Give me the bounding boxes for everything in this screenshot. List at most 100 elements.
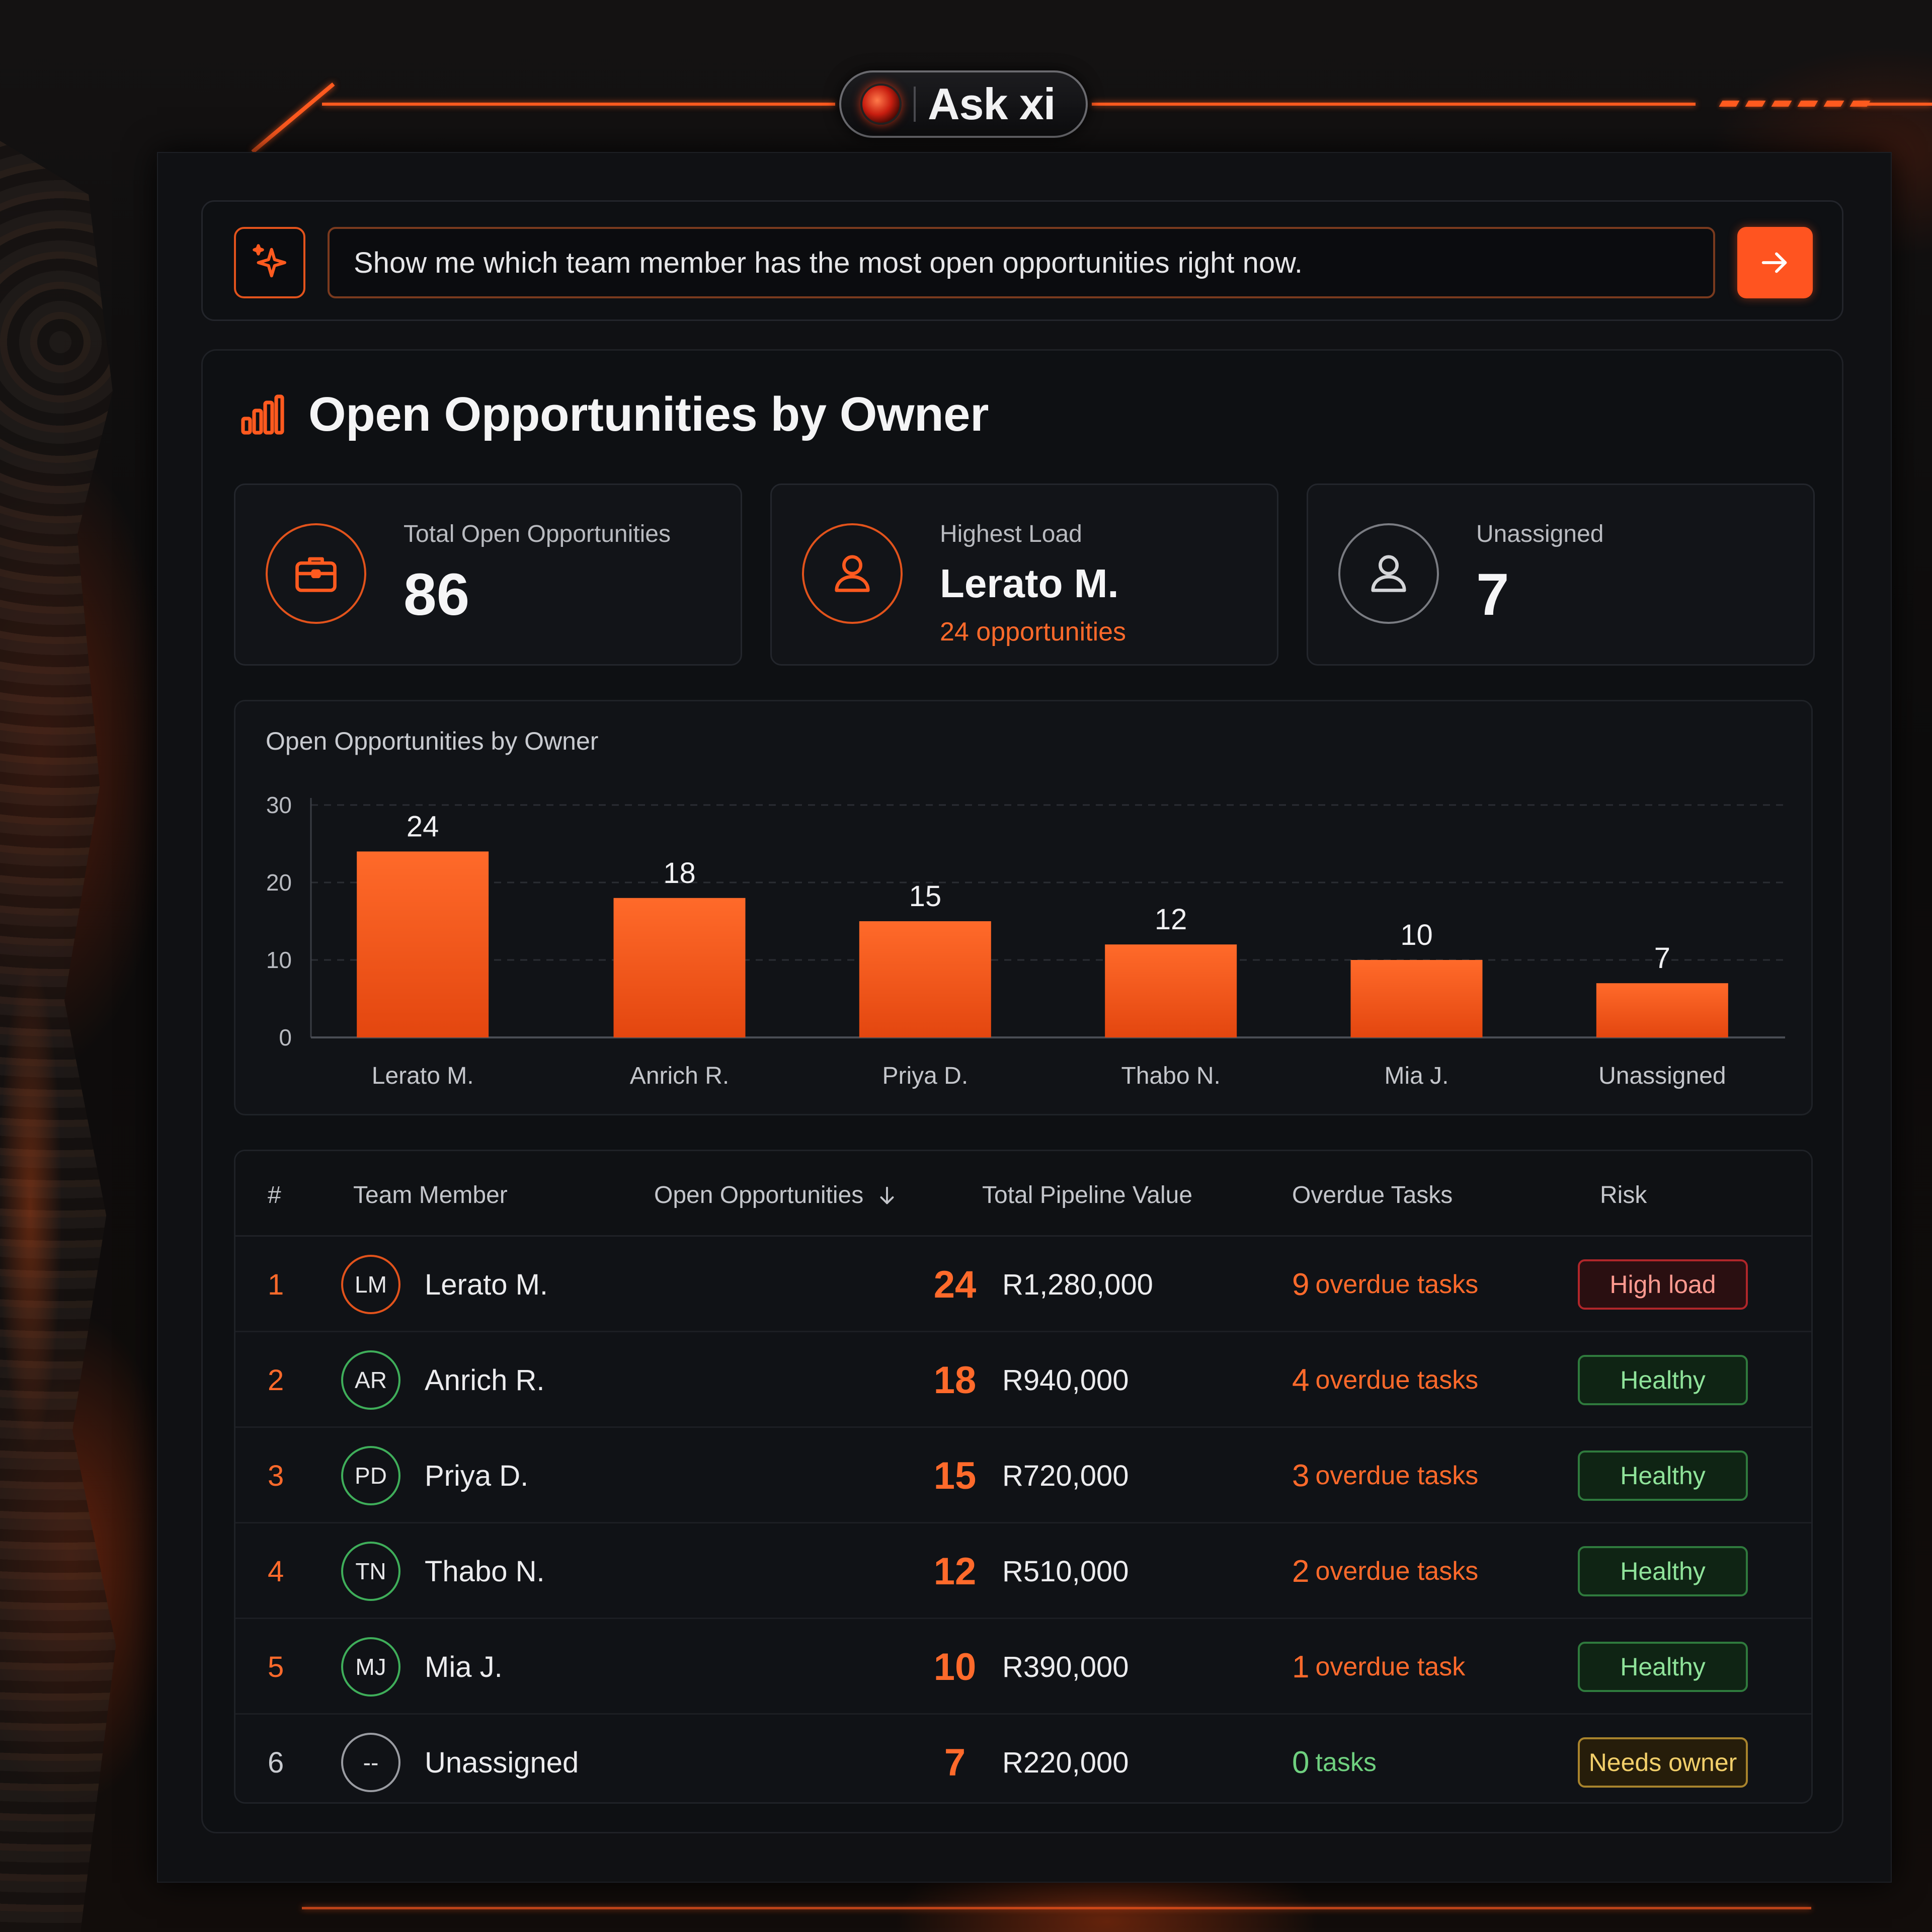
row-risk: Healthy [1578,1619,1748,1715]
y-tick-label: 20 [266,869,292,896]
member-name[interactable]: Unassigned [425,1746,579,1780]
hud-frame-bottom [302,1907,1811,1909]
send-query-button[interactable] [1737,227,1813,298]
table-row[interactable]: 2 AR Anrich R. 18 R940,000 4 overdue tasks Heal… [235,1332,1811,1428]
report-title: Open Opportunities by Owner [308,387,989,441]
x-tick-label: Mia J. [1384,1063,1448,1089]
pill-divider [914,87,916,122]
row-member: AR Anrich R. [341,1332,545,1428]
bar-mia-j [1350,960,1483,1037]
avatar: MJ [341,1637,400,1697]
row-pipeline-value: R390,000 [1002,1650,1129,1683]
stat-icon-circle [266,523,366,624]
bar-value-label: 12 [1155,903,1187,936]
bar-value-label: 10 [1400,919,1433,951]
table-row[interactable]: 6 -- Unassigned 7 R220,000 0 tasks Needs owner [235,1715,1811,1802]
member-name[interactable]: Lerato M. [425,1268,548,1302]
bar-value-label: 18 [663,857,696,890]
bar-value-label: 7 [1654,942,1670,975]
member-name[interactable]: Anrich R. [425,1363,545,1397]
risk-badge[interactable]: High load [1578,1259,1748,1310]
member-name[interactable]: Mia J. [425,1650,503,1684]
row-rank: 6 [268,1746,284,1779]
bar-unassigned [1596,983,1728,1037]
risk-badge[interactable]: Healthy [1578,1451,1748,1501]
row-pipeline-value: R510,000 [1002,1555,1129,1588]
hud-frame-right-edge [1862,103,1932,106]
stat-icon-circle [1338,523,1439,624]
row-overdue-tasks[interactable]: 2 overdue tasks [1292,1523,1478,1619]
ask-xi-header-pill[interactable]: Ask xi [839,70,1088,138]
stat-card-total: Total Open Opportunities 86 [234,484,742,666]
overdue-label: overdue tasks [1315,1365,1479,1395]
row-member: MJ Mia J. [341,1619,503,1715]
col-open-opportunities-label: Open Opportunities [654,1182,864,1209]
bar-value-label: 24 [407,810,439,843]
row-overdue-tasks[interactable]: 0 tasks [1292,1715,1377,1802]
table-row[interactable]: 4 TN Thabo N. 12 R510,000 2 overdue tasks Healt… [235,1523,1811,1619]
risk-badge[interactable]: Healthy [1578,1642,1748,1692]
overdue-count: 9 [1292,1267,1310,1302]
col-open-opportunities[interactable]: Open Opportunities [654,1181,899,1209]
avatar: -- [341,1733,400,1792]
row-pipeline-value: R940,000 [1002,1363,1129,1397]
lava-glow-background [0,755,131,1761]
row-open-opportunities: 12 [933,1550,977,1593]
report-header: Open Opportunities by Owner [238,387,989,442]
bar-chart: 0 10 20 30 24 Lerato M. 18 Anrich R. 15 Priya D. 1… [266,792,1785,1089]
col-team-member[interactable]: Team Member [353,1181,508,1209]
table-row[interactable]: 3 PD Priya D. 15 R720,000 3 overdue tasks Healt… [235,1428,1811,1523]
risk-badge[interactable]: Healthy [1578,1355,1748,1405]
owners-table: # Team Member Open Opportunities Total P… [234,1150,1813,1804]
x-tick-label: Thabo N. [1121,1063,1220,1089]
stat-value: Lerato M. [940,561,1119,606]
row-overdue-tasks[interactable]: 9 overdue tasks [1292,1237,1478,1332]
row-pipeline-value: R220,000 [1002,1746,1129,1779]
row-pipeline-value: R1,280,000 [1002,1268,1153,1301]
hud-frame-top-left [322,103,835,106]
report-card: Open Opportunities by Owner Total Open O… [201,349,1843,1833]
overdue-label: overdue tasks [1315,1557,1479,1586]
member-name[interactable]: Priya D. [425,1459,528,1493]
avatar: AR [341,1350,400,1410]
sparkle-icon [253,244,286,278]
y-tick-label: 10 [266,947,292,973]
table-row[interactable]: 1 LM Lerato M. 24 R1,280,000 9 overdue tasks Hi… [235,1237,1811,1332]
row-rank: 5 [268,1650,284,1683]
risk-badge[interactable]: Healthy [1578,1546,1748,1596]
row-overdue-tasks[interactable]: 1 overdue task [1292,1619,1465,1715]
bar-value-label: 15 [909,880,942,913]
col-risk[interactable]: Risk [1600,1181,1647,1209]
row-open-opportunities: 24 [933,1263,977,1306]
row-member: PD Priya D. [341,1428,528,1523]
overdue-count: 3 [1292,1458,1310,1493]
row-risk: Healthy [1578,1428,1748,1523]
overdue-label: tasks [1315,1748,1377,1777]
table-header: # Team Member Open Opportunities Total P… [235,1151,1811,1237]
hud-frame-dashes [1719,101,1871,107]
query-input[interactable]: Show me which team member has the most o… [328,227,1715,298]
assistant-sparkle-button[interactable] [234,227,305,298]
table-row[interactable]: 5 MJ Mia J. 10 R390,000 1 overdue task Healthy [235,1619,1811,1715]
stat-card-highest-load: Highest Load Lerato M. 24 opportunities [770,484,1278,666]
bar-chart-card: Open Opportunities by Owner 0 10 20 30 24 Ler… [234,700,1813,1115]
briefcase-icon [295,557,337,592]
col-pipeline-value[interactable]: Total Pipeline Value [982,1181,1192,1209]
x-tick-label: Lerato M. [372,1063,474,1089]
member-name[interactable]: Thabo N. [425,1555,545,1588]
col-overdue-tasks[interactable]: Overdue Tasks [1292,1181,1453,1209]
row-overdue-tasks[interactable]: 4 overdue tasks [1292,1332,1478,1428]
y-tick-label: 30 [266,792,292,818]
app-title: Ask xi [928,79,1056,129]
row-overdue-tasks[interactable]: 3 overdue tasks [1292,1428,1478,1523]
bar-chart-icon [241,394,284,435]
row-member: -- Unassigned [341,1715,579,1802]
row-member: TN Thabo N. [341,1523,545,1619]
row-member: LM Lerato M. [341,1237,548,1332]
avatar: LM [341,1255,400,1314]
bar-thabo-n [1105,944,1237,1037]
row-risk: Needs owner [1578,1715,1748,1802]
user-icon [835,555,870,592]
risk-badge[interactable]: Needs owner [1578,1737,1748,1788]
overdue-label: overdue tasks [1315,1461,1479,1490]
